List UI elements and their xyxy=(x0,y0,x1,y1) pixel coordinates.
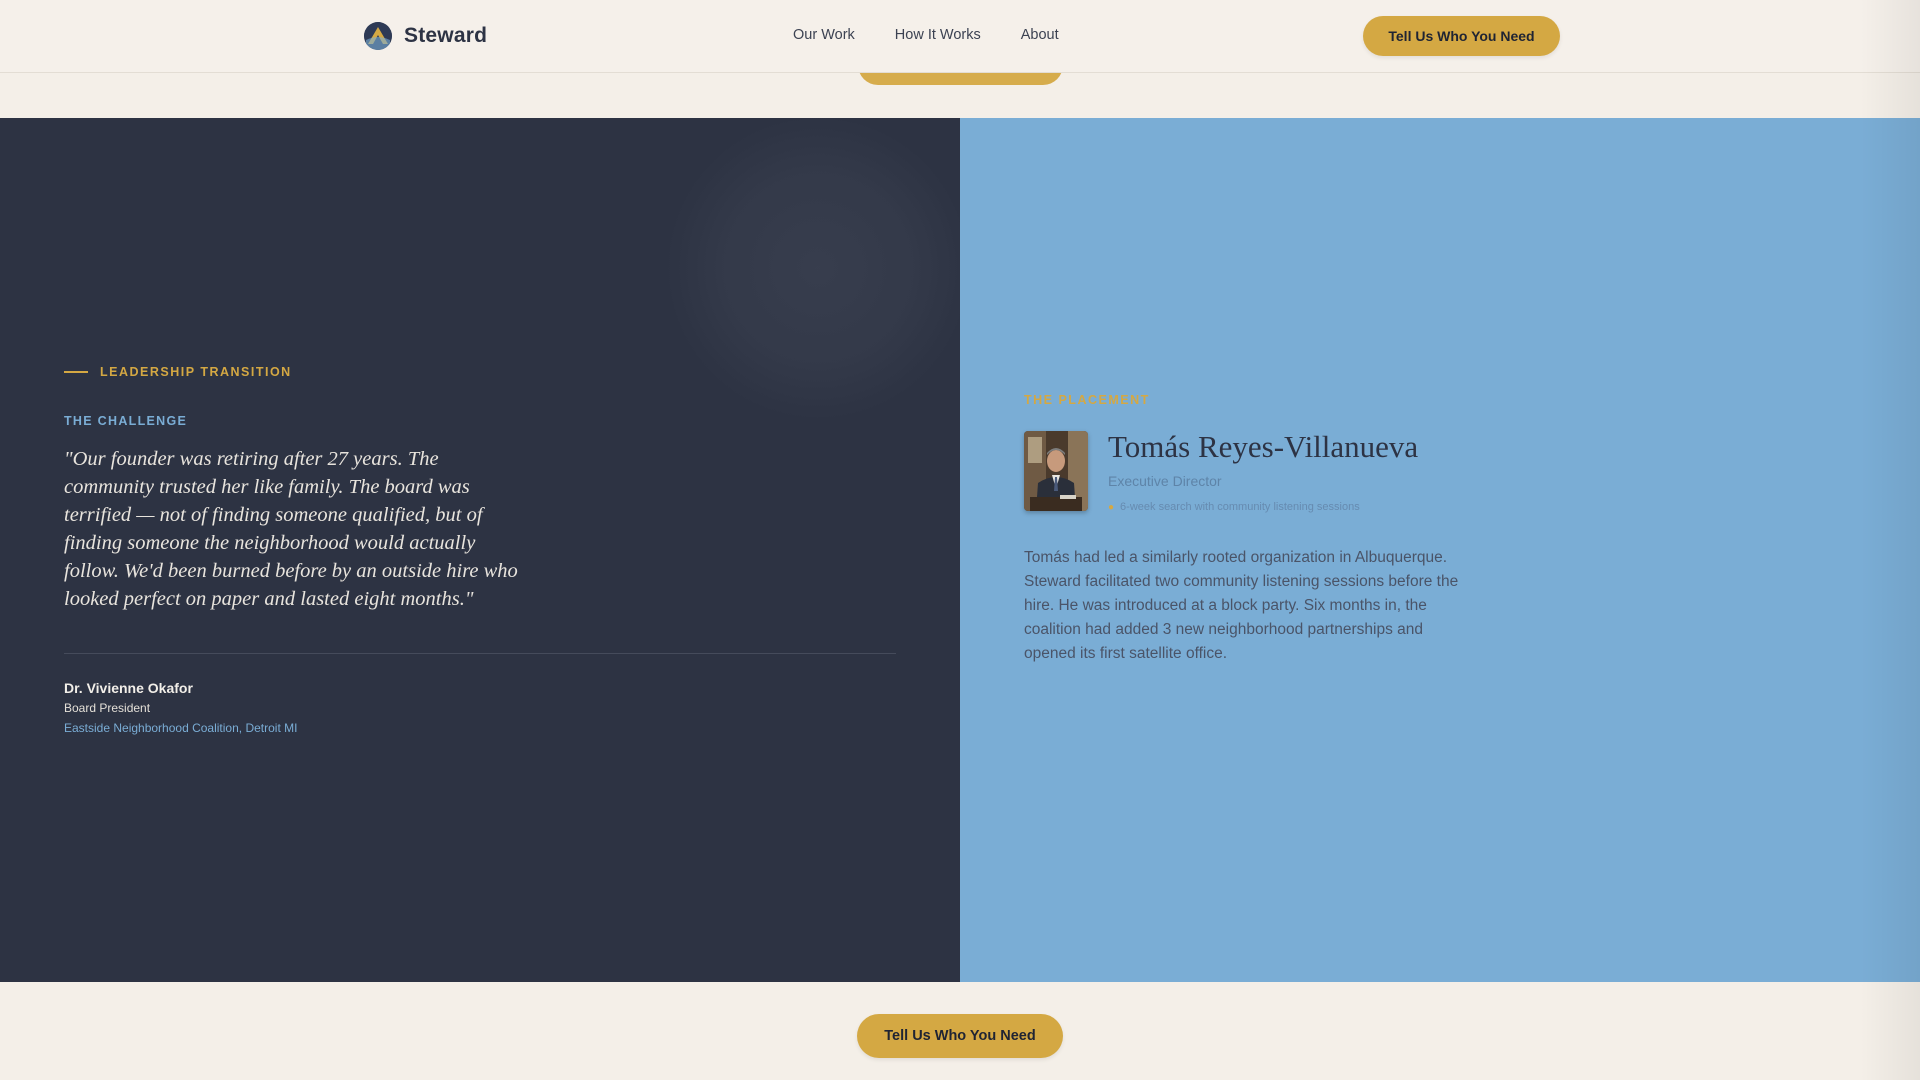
placement-portrait xyxy=(1024,431,1088,511)
nav-link-our-work[interactable]: Our Work xyxy=(793,27,855,43)
top-navbar: Steward Our Work How It Works About Tell… xyxy=(0,0,1920,73)
placement-title: Executive Director xyxy=(1108,473,1222,489)
quote-author-org: Eastside Neighborhood Coalition, Detroit… xyxy=(64,721,298,735)
challenge-label: THE CHALLENGE xyxy=(64,414,188,428)
brand[interactable]: Steward xyxy=(364,21,487,51)
category-eyebrow: LEADERSHIP TRANSITION xyxy=(64,365,292,379)
placement-label: THE PLACEMENT xyxy=(1024,393,1150,407)
nav-link-how-it-works[interactable]: How It Works xyxy=(895,27,981,43)
challenge-quote: "Our founder was retiring after 27 years… xyxy=(64,448,518,610)
placement-name: Tomás Reyes-Villanueva xyxy=(1108,429,1419,464)
placement-panel: THE PLACEMENT Tomás Reyes-Villanueva Exe… xyxy=(960,118,1920,982)
brand-name: Steward xyxy=(404,24,488,47)
placement-story: Tomás had led a similarly rooted organiz… xyxy=(1024,549,1459,662)
quote-author-role: Board President xyxy=(64,701,151,715)
bullet-dot-icon: ● xyxy=(1108,501,1115,513)
quote-author-name: Dr. Vivienne Okafor xyxy=(64,680,193,696)
challenge-panel: LEADERSHIP TRANSITION THE CHALLENGE "Our… xyxy=(0,118,960,982)
nav-link-about[interactable]: About xyxy=(1021,27,1059,43)
placement-note-text: 6-week search with community listening s… xyxy=(1120,501,1360,513)
case-study-section: LEADERSHIP TRANSITION THE CHALLENGE "Our… xyxy=(0,118,1920,982)
nav-cta-button[interactable]: Tell Us Who You Need xyxy=(1363,16,1560,56)
footer-cta-button[interactable]: Tell Us Who You Need xyxy=(857,1014,1063,1058)
divider xyxy=(64,653,896,654)
category-label: LEADERSHIP TRANSITION xyxy=(100,365,292,379)
steward-logo-icon xyxy=(364,22,392,50)
eyebrow-rule xyxy=(64,371,88,373)
main-nav: Our Work How It Works About xyxy=(793,27,1059,43)
watermark-decoration xyxy=(668,118,960,418)
placement-note: ● 6-week search with community listening… xyxy=(1108,501,1360,513)
